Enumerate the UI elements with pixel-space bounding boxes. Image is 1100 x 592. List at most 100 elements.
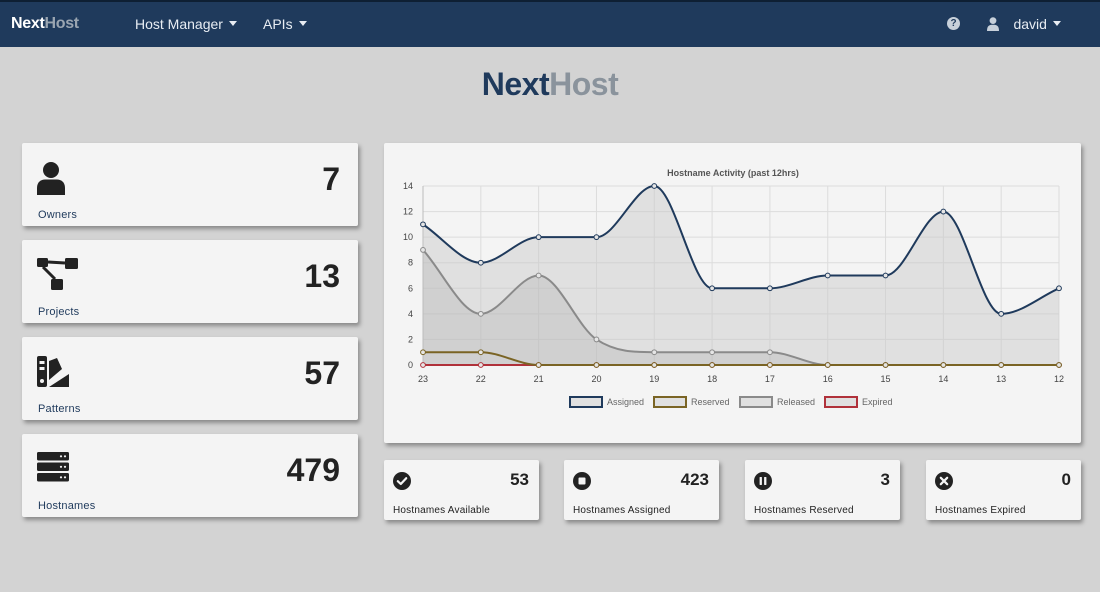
stat-card-reserved[interactable]: 3 Hostnames Reserved [745, 460, 900, 520]
nav-apis[interactable]: APIs [263, 16, 307, 32]
data-point-released [477, 310, 484, 317]
data-point-assigned [998, 310, 1005, 317]
x-tick-label: 22 [476, 374, 486, 384]
legend-item-assigned[interactable]: Assigned [569, 396, 644, 408]
data-point-released [535, 272, 542, 279]
hostnames-label: Hostnames [38, 500, 96, 512]
legend-swatch-reserved [653, 396, 687, 408]
data-point-released [593, 336, 600, 343]
x-tick-label: 23 [418, 374, 428, 384]
check-circle-icon [393, 472, 411, 490]
legend-swatch-released [739, 396, 773, 408]
x-tick-label: 16 [823, 374, 833, 384]
navbar: NextHost Host Manager APIs ? david [0, 0, 1100, 47]
caret-down-icon [298, 20, 307, 26]
x-tick-label: 21 [534, 374, 544, 384]
data-point-expired [477, 362, 484, 368]
x-tick-label: 20 [591, 374, 601, 384]
patterns-label: Patterns [38, 403, 81, 415]
x-tick-label: 19 [649, 374, 659, 384]
data-point-released [420, 247, 426, 253]
page-title-part1: Next [481, 66, 550, 102]
legend-label-assigned: Assigned [607, 397, 644, 407]
user-menu[interactable]: david [987, 16, 1061, 35]
available-label: Hostnames Available [393, 505, 491, 516]
data-point-reserved [709, 362, 715, 368]
hostnames-count: 479 [286, 452, 340, 488]
caret-down-icon [1052, 21, 1061, 27]
data-point-assigned [593, 234, 600, 241]
reserved-label: Hostnames Reserved [754, 505, 854, 516]
x-tick-label: 18 [707, 374, 717, 384]
data-point-assigned [940, 208, 947, 215]
chart-areas [423, 186, 1059, 365]
y-tick-label: 12 [403, 207, 413, 217]
sitemap-icon [37, 258, 78, 290]
stat-card-patterns[interactable]: 57 Patterns [22, 337, 358, 420]
legend-label-expired: Expired [862, 397, 893, 407]
data-point-reserved [535, 362, 542, 368]
legend-item-expired[interactable]: Expired [824, 396, 893, 408]
stat-card-projects[interactable]: 13 Projects [22, 240, 358, 323]
data-point-assigned [535, 234, 542, 241]
assigned-count: 423 [680, 470, 709, 489]
user-icon [37, 162, 65, 195]
times-circle-icon [935, 472, 953, 490]
server-icon [37, 452, 69, 482]
data-point-reserved [477, 349, 484, 356]
stat-card-hostnames[interactable]: 479 Hostnames [22, 434, 358, 517]
data-point-assigned [651, 183, 658, 189]
chart-title: Hostname Activity (past 12hrs) [667, 168, 799, 178]
data-point-expired [420, 362, 426, 368]
stat-card-assigned[interactable]: 423 Hostnames Assigned [564, 460, 719, 520]
chart-legend[interactable]: Assigned Reserved Released Expired [569, 396, 893, 408]
owners-label: Owners [38, 209, 78, 221]
stat-card-owners[interactable]: 7 Owners [22, 143, 358, 226]
projects-count: 13 [304, 258, 340, 294]
legend-label-reserved: Reserved [691, 397, 730, 407]
data-point-reserved [824, 362, 831, 368]
data-point-assigned [477, 259, 484, 266]
nav-apis-label: APIs [263, 16, 293, 32]
hostname-activity-chart: Hostname Activity (past 12hrs) 0 2 4 6 8 10 12… [403, 168, 1064, 408]
legend-swatch-assigned [569, 396, 603, 408]
data-point-reserved [767, 362, 773, 368]
page-title-part2: Host [549, 66, 619, 102]
reserved-count: 3 [880, 470, 890, 489]
expired-count: 0 [1061, 470, 1071, 489]
data-point-assigned [709, 285, 715, 292]
nav-host-manager-label: Host Manager [135, 16, 223, 32]
nav-host-manager[interactable]: Host Manager [135, 16, 237, 32]
expired-label: Hostnames Expired [935, 505, 1026, 516]
hostname-activity-chart-card: Hostname Activity (past 12hrs) 0 2 4 6 8 10 12… [384, 143, 1081, 443]
stat-card-expired[interactable]: 0 Hostnames Expired [926, 460, 1081, 520]
caret-down-icon [228, 20, 237, 26]
legend-item-reserved[interactable]: Reserved [653, 396, 730, 408]
patterns-count: 57 [304, 355, 340, 391]
data-point-reserved [882, 362, 889, 368]
data-point-reserved [593, 362, 600, 368]
data-point-assigned [882, 272, 889, 279]
pause-circle-icon [754, 472, 772, 490]
data-point-assigned [420, 221, 426, 228]
x-tick-label: 13 [996, 374, 1006, 384]
x-tick-label: 12 [1054, 374, 1064, 384]
brand-part1: Next [11, 15, 45, 32]
x-tick-label: 14 [938, 374, 948, 384]
x-tick-label: 17 [765, 374, 775, 384]
swatchbook-icon [37, 356, 69, 387]
y-tick-label: 10 [403, 232, 413, 242]
data-point-reserved [998, 362, 1005, 368]
data-point-released [709, 349, 715, 356]
brand-logo[interactable]: NextHost [11, 15, 79, 33]
stat-card-available[interactable]: 53 Hostnames Available [384, 460, 539, 520]
page-title: NextHost [0, 66, 1100, 103]
brand-part2: Host [44, 15, 79, 32]
legend-swatch-expired [824, 396, 858, 408]
data-point-released [767, 349, 773, 356]
legend-item-released[interactable]: Released [739, 396, 815, 408]
assigned-label: Hostnames Assigned [573, 505, 671, 516]
question-circle-icon[interactable]: ? [947, 17, 960, 30]
stop-circle-icon [573, 472, 591, 490]
y-tick-label: 6 [408, 283, 413, 293]
